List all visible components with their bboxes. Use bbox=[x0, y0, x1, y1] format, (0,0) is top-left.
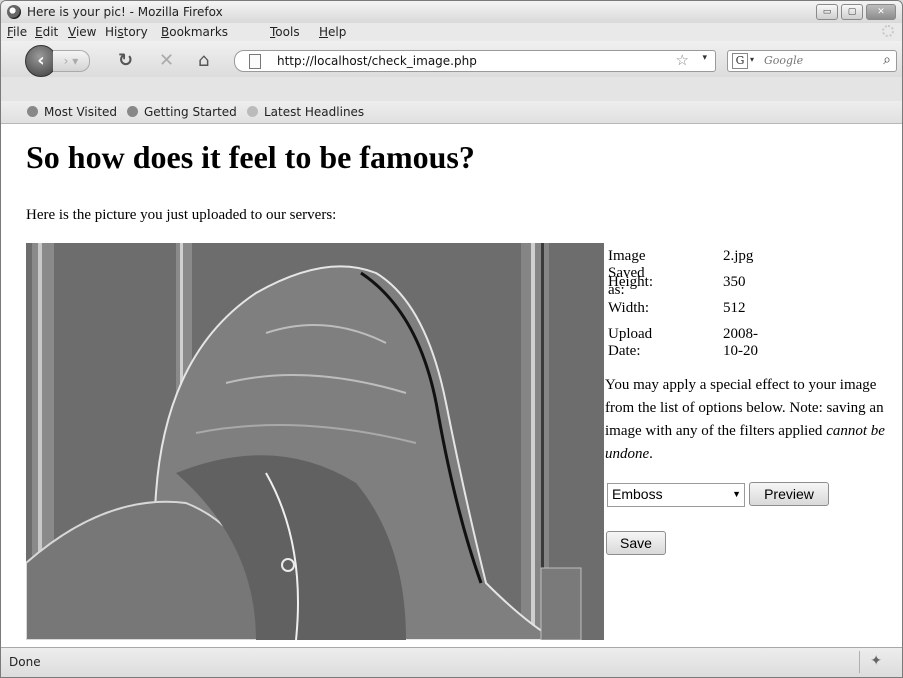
bookmarks-toolbar: Most Visited Getting Started Latest Head… bbox=[1, 101, 902, 124]
uploaded-photo bbox=[26, 243, 604, 640]
window-controls: ▭ ▢ ✕ bbox=[816, 4, 896, 20]
menu-tools[interactable]: Tools bbox=[270, 25, 300, 39]
close-button[interactable]: ✕ bbox=[866, 4, 896, 20]
page-content: So how does it feel to be famous? Here i… bbox=[1, 124, 902, 647]
page-icon bbox=[249, 54, 261, 69]
bookmark-getting-started[interactable]: Getting Started bbox=[127, 105, 237, 119]
getting-started-icon bbox=[127, 106, 138, 117]
maximize-button[interactable]: ▢ bbox=[841, 4, 863, 20]
info-value: 350 bbox=[723, 274, 746, 290]
info-value: 2008-10-20 bbox=[723, 326, 758, 359]
bookmark-most-visited[interactable]: Most Visited bbox=[27, 105, 117, 119]
page-heading: So how does it feel to be famous? bbox=[26, 139, 475, 175]
menu-edit[interactable]: Edit bbox=[35, 25, 58, 39]
status-divider bbox=[859, 651, 860, 673]
firefox-logo-icon bbox=[7, 5, 21, 19]
status-text: Done bbox=[9, 655, 41, 669]
info-label: Height: bbox=[608, 274, 653, 290]
addon-status-icon[interactable]: ✦ bbox=[870, 653, 882, 669]
activity-throbber-icon bbox=[882, 25, 894, 37]
info-value: 2.jpg bbox=[723, 248, 754, 264]
address-bar[interactable]: http://localhost/check_image.php ☆ ▾ bbox=[234, 50, 716, 72]
save-button[interactable]: Save bbox=[606, 531, 666, 555]
menu-file[interactable]: File bbox=[7, 25, 27, 39]
window-title: Here is your pic! - Mozilla Firefox bbox=[27, 5, 223, 19]
home-icon[interactable]: ⌂ bbox=[198, 51, 209, 71]
search-box[interactable]: G ▾ ⌕ bbox=[727, 50, 897, 72]
stop-icon[interactable]: ✕ bbox=[159, 51, 174, 71]
bookmark-latest-headlines[interactable]: Latest Headlines bbox=[247, 105, 364, 119]
menu-history[interactable]: History bbox=[105, 25, 148, 39]
info-label: Upload Date: bbox=[608, 326, 653, 359]
menu-bar: File Edit View History Bookmarks Tools H… bbox=[1, 23, 902, 41]
menu-help[interactable]: Help bbox=[319, 25, 346, 39]
embossed-image bbox=[26, 243, 604, 640]
filter-select-value: Emboss bbox=[612, 486, 663, 502]
minimize-button[interactable]: ▭ bbox=[816, 4, 838, 20]
filter-note: You may apply a special effect to your i… bbox=[605, 377, 885, 462]
url-history-dropdown-icon[interactable]: ▾ bbox=[702, 53, 707, 63]
search-engine-icon[interactable]: G bbox=[732, 53, 748, 69]
browser-window: Here is your pic! - Mozilla Firefox ▭ ▢ … bbox=[0, 0, 903, 678]
info-value: 512 bbox=[723, 300, 746, 316]
menu-bookmarks[interactable]: Bookmarks bbox=[161, 25, 228, 39]
filter-select[interactable]: Emboss ▼ bbox=[607, 483, 745, 507]
magnifier-icon[interactable]: ⌕ bbox=[883, 52, 891, 68]
preview-button[interactable]: Preview bbox=[749, 482, 829, 506]
most-visited-icon bbox=[27, 106, 38, 117]
reload-icon[interactable]: ↻ bbox=[118, 51, 133, 71]
search-engine-dropdown-icon[interactable]: ▾ bbox=[750, 55, 754, 64]
search-input[interactable] bbox=[764, 54, 864, 67]
menu-view[interactable]: View bbox=[68, 25, 96, 39]
title-bar: Here is your pic! - Mozilla Firefox ▭ ▢ … bbox=[1, 1, 902, 23]
info-label: Width: bbox=[608, 300, 650, 316]
chevron-down-icon: ▼ bbox=[732, 489, 741, 499]
star-icon[interactable]: ☆ bbox=[676, 51, 689, 69]
rss-feed-icon bbox=[247, 106, 258, 117]
status-bar: Done ✦ bbox=[1, 647, 902, 677]
address-url: http://localhost/check_image.php bbox=[277, 54, 477, 68]
intro-text: Here is the picture you just uploaded to… bbox=[26, 207, 337, 223]
forward-arrow-icon[interactable]: › ▾ bbox=[53, 50, 90, 72]
